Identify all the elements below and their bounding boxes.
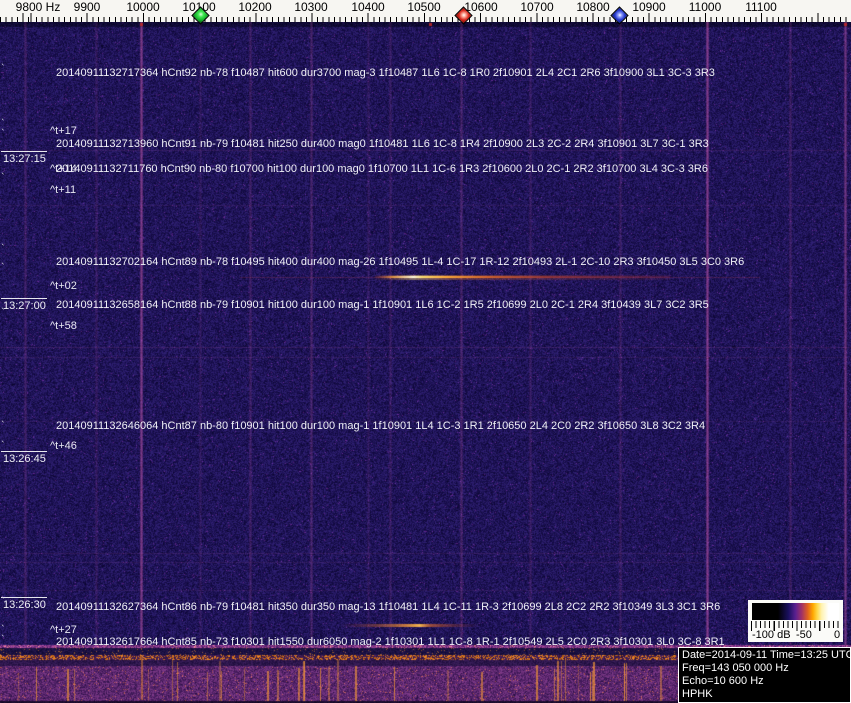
freq-tick-label: 11000 — [688, 0, 722, 14]
spectrum-lab-screen: { "ruler": { "labels": ["9800 Hz","9900"… — [0, 0, 851, 703]
info-date-time: Date=2014-09-11 Time=13:25 UTC — [682, 649, 851, 661]
legend-label-min: -100 dB — [752, 629, 791, 641]
status-info-box: Date=2014-09-11 Time=13:25 UTC Freq=143 … — [678, 647, 851, 703]
freq-tick-label: 10500 — [407, 0, 441, 14]
color-scale-gradient[interactable] — [752, 603, 839, 620]
freq-tick-label: 9900 — [73, 0, 101, 14]
amplitude-legend: -100 dB -50 0 — [748, 600, 843, 642]
info-echo: Echo=10 600 Hz — [682, 675, 764, 687]
ruler-major-ticks — [0, 13, 851, 22]
freq-tick-label: 10800 — [576, 0, 610, 14]
info-station: HPHK — [682, 688, 713, 700]
freq-tick-label: 10200 — [238, 0, 272, 14]
freq-tick-label: 9800 Hz — [15, 0, 61, 14]
spectrogram-waterfall[interactable] — [0, 22, 851, 703]
legend-label-max: 0 — [834, 629, 841, 641]
frequency-ruler[interactable]: 9800 Hz 9900 10000 10100 10200 10300 104… — [0, 0, 851, 25]
freq-tick-label: 10000 — [126, 0, 160, 14]
freq-tick-label: 10900 — [632, 0, 666, 14]
legend-label-mid: -50 — [796, 629, 812, 641]
freq-tick-label: 10700 — [520, 0, 554, 14]
freq-tick-label: 10300 — [294, 0, 328, 14]
freq-tick-label: 10400 — [351, 0, 385, 14]
info-frequency: Freq=143 050 000 Hz — [682, 662, 789, 674]
freq-tick-label: 11100 — [745, 0, 777, 14]
